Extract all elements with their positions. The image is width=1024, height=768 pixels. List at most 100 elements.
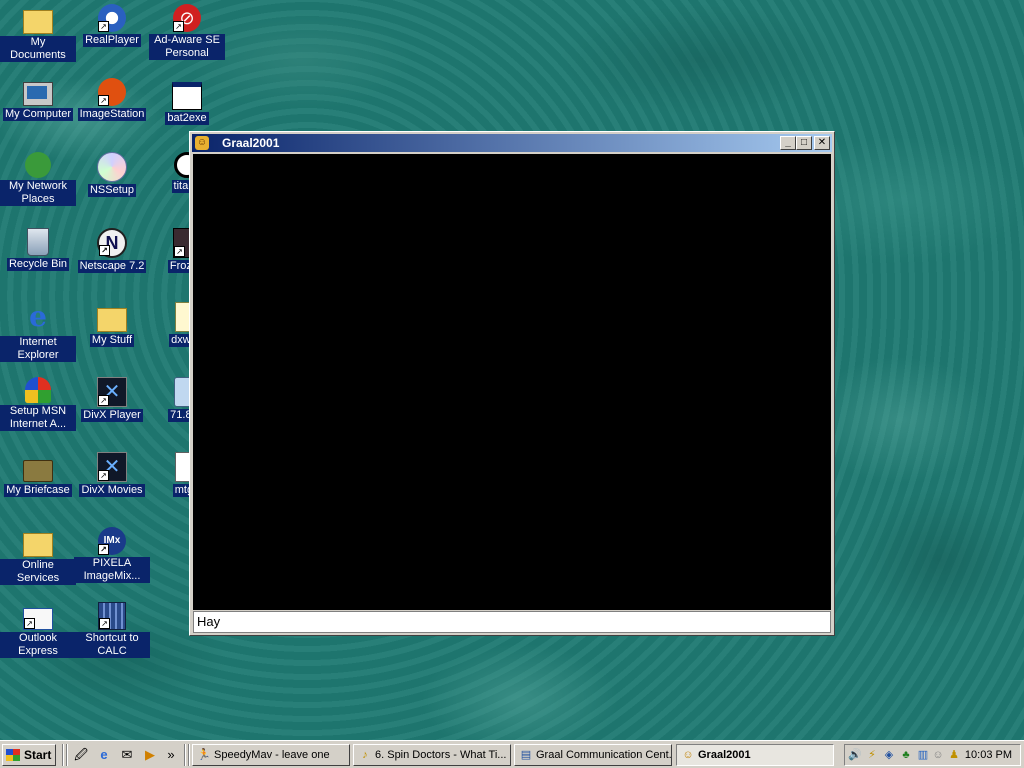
taskbar-separator xyxy=(184,744,186,766)
close-button[interactable]: ✕ xyxy=(814,136,830,150)
desktop-icon-divx-player[interactable]: ✕ ↗ DivX Player xyxy=(74,377,150,422)
realplayer-icon: ↗ xyxy=(98,4,126,32)
quick-launch-outlook-express[interactable]: ✉ xyxy=(118,746,136,764)
desktop-icon-label: DivX Player xyxy=(81,409,143,422)
desktop-icon-my-computer[interactable]: My Computer xyxy=(0,78,76,121)
desktop-icon-label: Netscape 7.2 xyxy=(77,260,147,273)
desktop-icon-my-network-places[interactable]: My Network Places xyxy=(0,152,76,206)
start-button[interactable]: Start xyxy=(2,744,56,766)
divx-movies-icon: ✕ ↗ xyxy=(97,452,127,482)
msn-icon xyxy=(25,377,51,403)
taskbar-button-graal2001[interactable]: ☺ Graal2001 xyxy=(676,744,834,766)
clock[interactable]: 10:03 PM xyxy=(965,745,1012,765)
app-tray-icon[interactable]: ♣ xyxy=(899,748,913,762)
shortcut-arrow-icon: ↗ xyxy=(98,544,109,555)
desktop-icon-label: Outlook Express xyxy=(0,632,76,658)
netscape-icon: N ↗ xyxy=(97,228,127,258)
ad-aware-icon: ⊘ ↗ xyxy=(173,4,201,32)
desktop-icon-online-services[interactable]: Online Services xyxy=(0,527,76,585)
desktop-icon-setup-msn[interactable]: Setup MSN Internet A... xyxy=(0,377,76,431)
application-window-icon xyxy=(172,82,202,110)
desktop-icon-label: My Briefcase xyxy=(4,484,72,497)
setup-icon xyxy=(97,152,127,182)
desktop-icon-label: My Documents xyxy=(0,36,76,62)
desktop-icon-label: bat2exe xyxy=(165,112,209,125)
recycle-bin-icon xyxy=(27,228,49,256)
minimize-button[interactable]: _ xyxy=(780,136,796,150)
desktop-icon-imagestation[interactable]: ↗ ImageStation xyxy=(74,78,150,121)
desktop-icon-label: Internet Explorer xyxy=(0,336,76,362)
taskbar: Start 🖉 e ✉ ▶ » 🏃 SpeedyMav - leave one … xyxy=(0,740,1024,768)
network-icon xyxy=(25,152,51,178)
desktop-icon-internet-explorer[interactable]: e Internet Explorer xyxy=(0,302,76,362)
quick-launch-internet-explorer[interactable]: e xyxy=(95,746,113,764)
messenger-tray-icon[interactable]: ☺ xyxy=(931,748,945,762)
internet-explorer-icon: e xyxy=(100,747,108,762)
desktop-icon-realplayer[interactable]: ↗ RealPlayer xyxy=(74,4,150,47)
desktop-icon-label: RealPlayer xyxy=(83,34,141,47)
desktop-icon-recycle-bin[interactable]: Recycle Bin xyxy=(0,228,76,271)
desktop-icon-my-stuff[interactable]: My Stuff xyxy=(74,302,150,347)
desktop-icon-outlook-express[interactable]: ↗ Outlook Express xyxy=(0,602,76,658)
start-label: Start xyxy=(24,748,52,762)
taskbar-separator xyxy=(62,744,64,766)
taskbar-button-graal-communication[interactable]: ▤ Graal Communication Cent... xyxy=(514,744,672,766)
imagestation-icon: ↗ xyxy=(98,78,126,106)
chat-input[interactable]: Hay xyxy=(193,611,831,633)
shortcut-arrow-icon: ↗ xyxy=(173,21,184,32)
desktop-icon-my-briefcase[interactable]: My Briefcase xyxy=(0,452,76,497)
volume-icon[interactable]: 🔊 xyxy=(848,748,862,762)
media-player-icon: ▶ xyxy=(145,747,155,762)
desktop-icon-my-documents[interactable]: My Documents xyxy=(0,4,76,62)
desktop-icon-label: Shortcut to CALC xyxy=(74,632,150,658)
taskbar-button-spin-doctors[interactable]: ♪ 6. Spin Doctors - What Ti... xyxy=(353,744,511,766)
monitor-tray-icon[interactable]: ▥ xyxy=(916,748,930,762)
desktop-icon-nssetup[interactable]: NSSetup xyxy=(74,152,150,197)
desktop-icon-shortcut-calc[interactable]: ↗ Shortcut to CALC xyxy=(74,602,150,658)
graal-window[interactable]: ☺ Graal2001 _ □ ✕ Hay xyxy=(189,131,835,636)
task-label: SpeedyMav - leave one xyxy=(214,749,330,761)
game-canvas[interactable] xyxy=(193,154,831,610)
desktop-icon-label: Ad-Aware SE Personal xyxy=(149,34,225,60)
maximize-button[interactable]: □ xyxy=(796,136,812,150)
windows-logo-icon xyxy=(6,749,20,761)
network-tray-icon[interactable]: ◈ xyxy=(882,748,896,762)
desktop-icon-label: PIXELA ImageMix... xyxy=(74,557,150,583)
title-bar[interactable]: ☺ Graal2001 _ □ ✕ xyxy=(192,134,832,152)
taskbar-button-speedymav[interactable]: 🏃 SpeedyMav - leave one xyxy=(192,744,350,766)
shortcut-arrow-icon: ↗ xyxy=(98,470,109,481)
outlook-express-icon: ✉ xyxy=(121,747,133,762)
computer-icon xyxy=(23,82,53,106)
desktop-icon-bat2exe[interactable]: bat2exe xyxy=(149,78,225,125)
folder-icon xyxy=(23,533,53,557)
pixela-icon: IMx ↗ xyxy=(98,527,126,555)
desktop-icon-label: My Network Places xyxy=(0,180,76,206)
desktop-icon-label: Setup MSN Internet A... xyxy=(0,405,76,431)
desktop: My Documents My Computer My Network Plac… xyxy=(0,0,1024,740)
aim-tray-icon[interactable]: ♟ xyxy=(947,748,961,762)
desktop-icon-label: DivX Movies xyxy=(79,484,145,497)
graal-icon: ☺ xyxy=(195,136,209,150)
task-label: Graal2001 xyxy=(698,749,751,761)
quick-launch-show-desktop[interactable]: 🖉 xyxy=(72,746,90,764)
desktop-icon-label: NSSetup xyxy=(87,184,137,197)
window-icon: ▤ xyxy=(520,749,532,761)
system-tray: 🔊 ⚡ ◈ ♣ ▥ ☺ ♟ 10:03 PM xyxy=(844,744,1021,766)
task-label: Graal Communication Cent... xyxy=(536,749,672,761)
desktop-icon-ad-aware[interactable]: ⊘ ↗ Ad-Aware SE Personal xyxy=(149,4,225,60)
show-desktop-icon: 🖉 xyxy=(74,747,88,762)
folder-documents-icon xyxy=(23,10,53,34)
quick-launch-more-button[interactable]: » xyxy=(165,746,177,764)
desktop-icon-divx-movies[interactable]: ✕ ↗ DivX Movies xyxy=(74,452,150,497)
desktop-icon-label: Online Services xyxy=(0,559,76,585)
desktop-icon-netscape[interactable]: N ↗ Netscape 7.2 xyxy=(74,228,150,273)
divx-player-icon: ✕ ↗ xyxy=(97,377,127,407)
winamp-tray-icon[interactable]: ⚡ xyxy=(865,748,879,762)
winamp-icon: ♪ xyxy=(362,749,368,761)
graal-icon: ☺ xyxy=(682,749,694,761)
desktop-icon-pixela[interactable]: IMx ↗ PIXELA ImageMix... xyxy=(74,527,150,583)
briefcase-icon xyxy=(23,460,53,482)
shortcut-arrow-icon: ↗ xyxy=(99,245,110,256)
shortcut-arrow-icon: ↗ xyxy=(99,618,110,629)
quick-launch-media-player[interactable]: ▶ xyxy=(141,746,159,764)
